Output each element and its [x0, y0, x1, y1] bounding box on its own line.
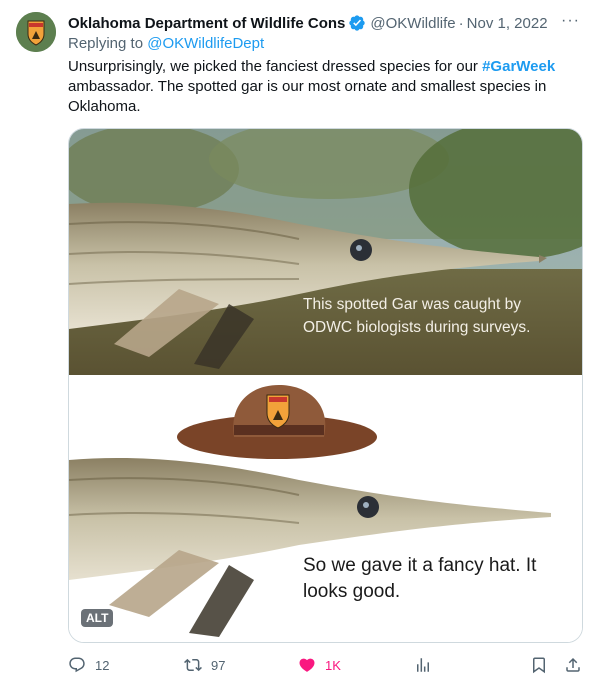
like-button[interactable]: 1K — [298, 654, 341, 676]
tweet-text-part1: Unsurprisingly, we picked the fanciest d… — [68, 58, 478, 75]
author-handle[interactable]: @OKWildlife — [370, 15, 455, 32]
heart-icon — [299, 658, 315, 672]
retweet-icon — [184, 658, 202, 672]
header-separator: · — [458, 14, 464, 32]
avatar[interactable] — [16, 12, 56, 52]
bookmark-button[interactable] — [530, 654, 548, 676]
odwc-logo-icon — [16, 12, 56, 52]
replying-prefix: Replying to — [68, 35, 144, 52]
tweet-text-part2: ambassador. The spotted gar is our most … — [68, 78, 547, 115]
replying-mention-link[interactable]: @OKWildlifeDept — [147, 35, 264, 52]
tweet-text: Unsurprisingly, we picked the fanciest d… — [68, 57, 590, 117]
retweet-button[interactable]: 97 — [184, 654, 225, 676]
reply-icon — [69, 657, 85, 673]
alt-badge[interactable]: ALT — [81, 609, 114, 627]
reply-button[interactable]: 12 — [68, 654, 109, 676]
share-button[interactable] — [564, 654, 582, 676]
more-options-icon[interactable]: ··· — [561, 12, 580, 30]
retweet-count: 97 — [211, 657, 226, 673]
tweet[interactable]: Oklahoma Department of Wildlife Cons @OK… — [0, 0, 615, 692]
analytics-icon — [417, 658, 429, 672]
tweet-actions: 12 97 1K — [68, 654, 590, 676]
photo-caption-bottom: So we gave it a fancy hat. It looks good… — [303, 555, 537, 602]
verified-badge-icon — [349, 15, 366, 31]
analytics-button[interactable] — [414, 654, 432, 676]
hashtag-link[interactable]: #GarWeek — [482, 58, 555, 75]
share-icon — [566, 657, 580, 672]
photo-caption-top: This spotted Gar was caught by ODWC biol… — [303, 296, 531, 336]
reply-count: 12 — [95, 657, 110, 673]
author-name[interactable]: Oklahoma Department of Wildlife Cons — [68, 15, 345, 32]
like-count: 1K — [325, 657, 341, 673]
tweet-header: Oklahoma Department of Wildlife Cons @OK… — [68, 12, 598, 34]
replying-to: Replying to @OKWildlifeDept — [68, 35, 264, 52]
tweet-media[interactable]: This spotted Gar was caught by ODWC biol… — [68, 128, 583, 643]
tweet-date[interactable]: Nov 1, 2022 — [467, 15, 548, 32]
bookmark-icon — [533, 657, 545, 674]
